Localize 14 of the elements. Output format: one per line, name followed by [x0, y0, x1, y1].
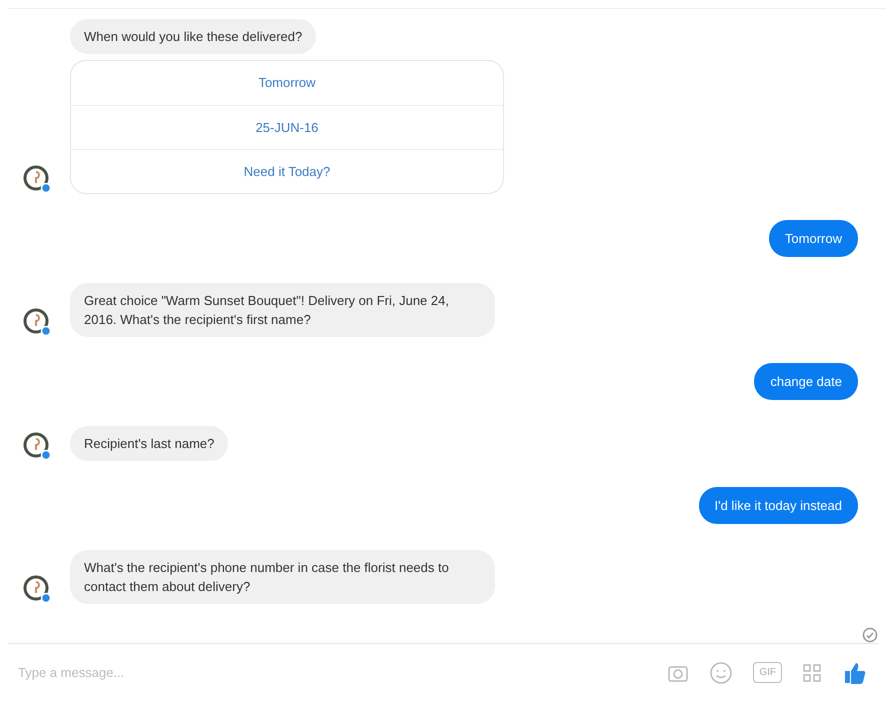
emoji-icon[interactable] — [709, 660, 734, 684]
message-input-field[interactable]: Type a message... — [18, 662, 648, 682]
quick-reply-option[interactable]: Need it Today? — [71, 149, 503, 193]
quick-reply-option[interactable]: 25-JUN-16 — [71, 105, 503, 149]
user-message-bubble: I'd like it today instead — [698, 487, 858, 524]
bot-message-bubble: What's the recipient's phone number in case the florist needs to contact them about delivery? — [70, 550, 495, 604]
user-message-bubble: Tomorrow — [768, 220, 858, 257]
bot-message-bubble: Recipient's last name? — [70, 426, 228, 461]
gif-button[interactable]: GIF — [753, 662, 782, 683]
grid-icon[interactable] — [802, 662, 822, 682]
quick-reply-option[interactable]: Tomorrow — [71, 61, 503, 105]
bot-message-bubble: When would you like these delivered? — [70, 19, 316, 54]
bot-message-bubble: Great choice "Warm Sunset Bouquet"! Delivery on Fri, June 24, 2016. What's the recipient's first name? — [70, 283, 495, 337]
user-message-bubble: change date — [754, 363, 858, 400]
